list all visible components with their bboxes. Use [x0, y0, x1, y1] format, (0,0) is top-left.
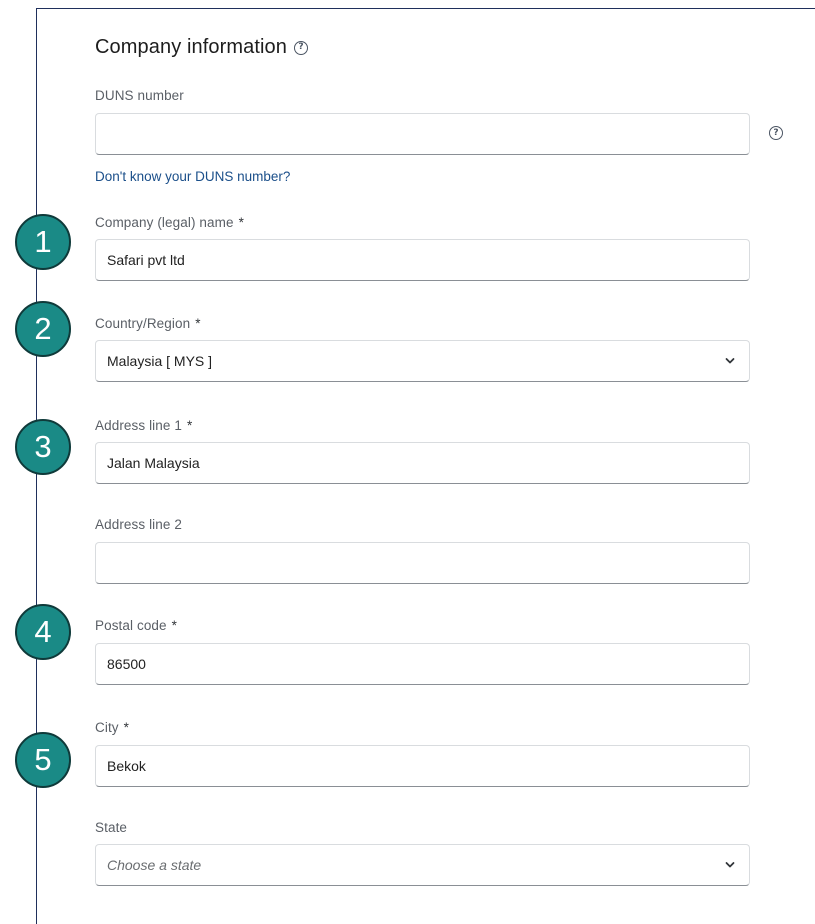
city-input[interactable]: Bekok — [95, 745, 750, 787]
postal-code-label: Postal code * — [95, 618, 177, 633]
postal-code-value: 86500 — [107, 656, 146, 672]
address-line-1-label: Address line 1 * — [95, 418, 192, 433]
help-circle-icon[interactable]: ? — [294, 40, 308, 55]
step-badge-3: 3 — [15, 419, 71, 475]
city-label: City * — [95, 720, 129, 735]
address-line-1-value: Jalan Malaysia — [107, 455, 200, 471]
panel-top-border — [36, 8, 815, 9]
step-badge-2: 2 — [15, 301, 71, 357]
duns-help-link[interactable]: Don't know your DUNS number? — [95, 169, 290, 184]
city-label-text: City — [95, 720, 119, 735]
step-badge-1: 1 — [15, 214, 71, 270]
step-badge-5: 5 — [15, 732, 71, 788]
postal-code-input[interactable]: 86500 — [95, 643, 750, 685]
postal-code-label-text: Postal code — [95, 618, 167, 633]
required-marker: * — [238, 215, 244, 230]
country-region-label-text: Country/Region — [95, 316, 191, 331]
state-select[interactable]: Choose a state — [95, 844, 750, 886]
company-name-label-text: Company (legal) name — [95, 215, 234, 230]
country-region-select[interactable]: Malaysia [ MYS ] — [95, 340, 750, 382]
section-title: Company information ? — [95, 36, 308, 59]
duns-help-icon[interactable]: ? — [769, 126, 783, 140]
step-badge-4: 4 — [15, 604, 71, 660]
address-line-2-label: Address line 2 — [95, 517, 182, 532]
company-name-input[interactable]: Safari pvt ltd — [95, 239, 750, 281]
address-line-2-input[interactable] — [95, 542, 750, 584]
country-region-label: Country/Region * — [95, 316, 201, 331]
city-value: Bekok — [107, 758, 146, 774]
country-region-value: Malaysia [ MYS ] — [107, 353, 213, 369]
required-marker: * — [195, 316, 201, 331]
duns-number-input[interactable] — [95, 113, 750, 155]
required-marker: * — [123, 720, 130, 735]
chevron-down-icon — [725, 862, 735, 868]
form-panel: Company information ? DUNS number ? Don'… — [0, 0, 815, 924]
required-marker: * — [186, 418, 193, 433]
required-marker: * — [171, 618, 178, 633]
company-name-value: Safari pvt ltd — [107, 252, 185, 268]
address-line-1-input[interactable]: Jalan Malaysia — [95, 442, 750, 484]
company-name-label: Company (legal) name * — [95, 215, 244, 230]
state-label: State — [95, 820, 128, 835]
chevron-down-icon — [725, 358, 735, 364]
state-placeholder: Choose a state — [107, 857, 202, 873]
address-line-1-label-text: Address line 1 — [95, 418, 182, 433]
duns-label: DUNS number — [95, 88, 184, 103]
section-title-text: Company information — [95, 36, 287, 58]
